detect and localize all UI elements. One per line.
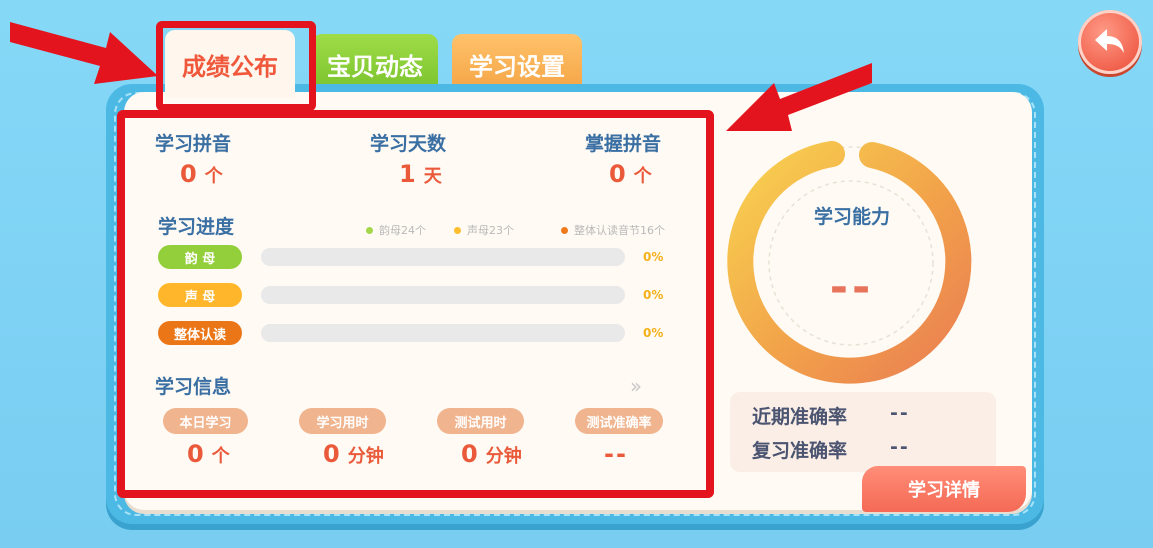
accuracy-value-recent: -- — [890, 402, 910, 424]
arrow-icon — [726, 63, 872, 131]
highlight-box-panel — [117, 110, 714, 498]
back-button[interactable] — [1078, 10, 1142, 74]
learning-details-button[interactable]: 学习详情 — [862, 466, 1026, 512]
accuracy-label-recent: 近期准确率 — [752, 406, 848, 428]
highlight-box-tab — [156, 21, 316, 111]
back-arrow-icon — [1095, 29, 1124, 53]
ability-value: -- — [829, 262, 875, 313]
accuracy-label-review: 复习准确率 — [752, 440, 848, 462]
accuracy-value-review: -- — [890, 436, 910, 458]
ability-title: 学习能力 — [813, 206, 890, 228]
arrow-icon — [10, 22, 158, 84]
